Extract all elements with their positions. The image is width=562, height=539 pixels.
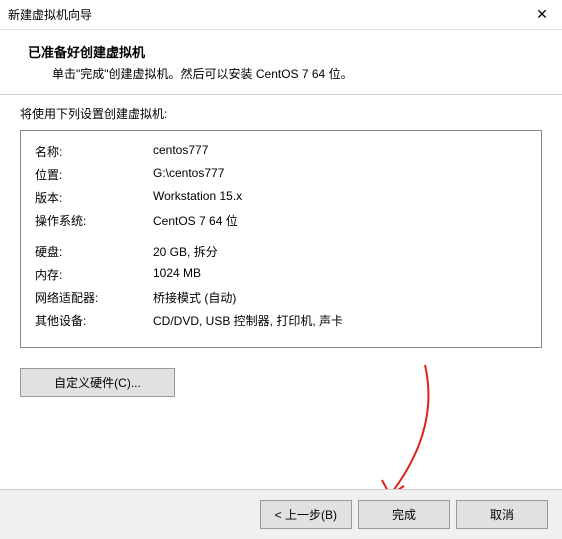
- table-row: 位置: G:\centos777: [35, 166, 527, 183]
- titlebar: 新建虚拟机向导 ✕: [0, 0, 562, 30]
- label-name: 名称:: [35, 143, 153, 160]
- label-network: 网络适配器:: [35, 289, 153, 306]
- footer-buttons: < 上一步(B) 完成 取消: [0, 489, 562, 539]
- value-other: CD/DVD, USB 控制器, 打印机, 声卡: [153, 312, 527, 329]
- value-name: centos777: [153, 143, 527, 160]
- value-disk: 20 GB, 拆分: [153, 243, 527, 260]
- table-row: 名称: centos777: [35, 143, 527, 160]
- content-area: 将使用下列设置创建虚拟机: 名称: centos777 位置: G:\cento…: [0, 95, 562, 358]
- table-row: 硬盘: 20 GB, 拆分: [35, 243, 527, 260]
- label-memory: 内存:: [35, 266, 153, 283]
- label-other: 其他设备:: [35, 312, 153, 329]
- cancel-button[interactable]: 取消: [456, 500, 548, 529]
- settings-heading: 将使用下列设置创建虚拟机:: [20, 105, 542, 122]
- value-os: CentOS 7 64 位: [153, 212, 527, 229]
- label-os: 操作系统:: [35, 212, 153, 229]
- value-memory: 1024 MB: [153, 266, 527, 283]
- table-row: 其他设备: CD/DVD, USB 控制器, 打印机, 声卡: [35, 312, 527, 329]
- page-subtitle: 单击"完成"创建虚拟机。然后可以安装 CentOS 7 64 位。: [52, 65, 542, 82]
- table-row: 内存: 1024 MB: [35, 266, 527, 283]
- value-network: 桥接模式 (自动): [153, 289, 527, 306]
- customize-hardware-button[interactable]: 自定义硬件(C)...: [20, 368, 175, 397]
- page-title: 已准备好创建虚拟机: [28, 42, 542, 61]
- table-row: 网络适配器: 桥接模式 (自动): [35, 289, 527, 306]
- settings-box: 名称: centos777 位置: G:\centos777 版本: Works…: [20, 130, 542, 348]
- label-location: 位置:: [35, 166, 153, 183]
- finish-button[interactable]: 完成: [358, 500, 450, 529]
- table-row: 版本: Workstation 15.x: [35, 189, 527, 206]
- label-version: 版本:: [35, 189, 153, 206]
- label-disk: 硬盘:: [35, 243, 153, 260]
- back-button[interactable]: < 上一步(B): [260, 500, 352, 529]
- close-icon[interactable]: ✕: [532, 6, 552, 23]
- table-row: 操作系统: CentOS 7 64 位: [35, 212, 527, 229]
- window-title: 新建虚拟机向导: [8, 6, 92, 23]
- value-location: G:\centos777: [153, 166, 527, 183]
- value-version: Workstation 15.x: [153, 189, 527, 206]
- customize-area: 自定义硬件(C)...: [0, 358, 562, 407]
- wizard-header: 已准备好创建虚拟机 单击"完成"创建虚拟机。然后可以安装 CentOS 7 64…: [0, 30, 562, 94]
